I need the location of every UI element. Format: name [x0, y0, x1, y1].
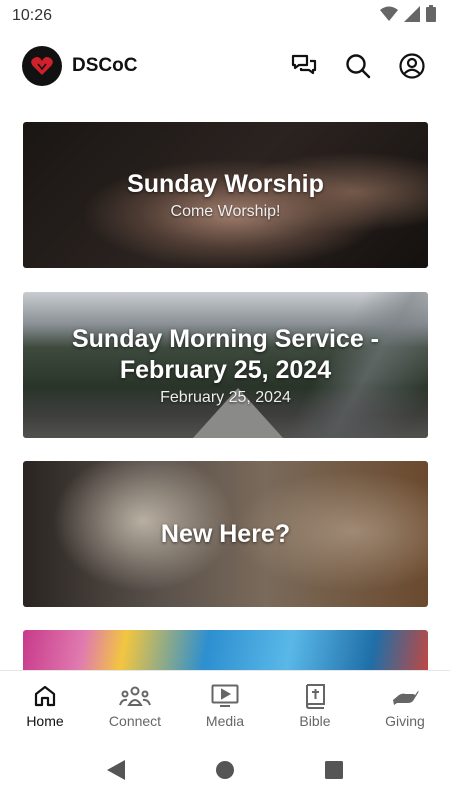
card-partial[interactable]	[23, 630, 428, 670]
nav-item-home[interactable]: Home	[0, 671, 90, 740]
app-bar: DSCoC	[0, 40, 450, 92]
nav-label-media: Media	[205, 713, 245, 729]
card-text: Sunday Worship Come Worship!	[23, 122, 428, 268]
nav-item-giving[interactable]: Giving	[360, 671, 450, 740]
card-title: Sunday Morning Service - February 25, 20…	[71, 324, 379, 384]
card-sunday-worship[interactable]: Sunday Worship Come Worship!	[23, 122, 428, 268]
group-icon	[119, 682, 151, 710]
back-icon[interactable]	[104, 758, 128, 782]
home-icon	[33, 682, 57, 710]
app-title: DSCoC	[72, 55, 138, 76]
search-icon[interactable]	[342, 50, 374, 82]
nav-item-media[interactable]: Media	[180, 671, 270, 740]
signal-icon	[404, 5, 420, 27]
bottom-nav: Home Connect Media Bible Giving	[0, 670, 450, 740]
nav-item-bible[interactable]: Bible	[270, 671, 360, 740]
card-new-here[interactable]: New Here?	[23, 461, 428, 607]
chat-icon[interactable]	[288, 50, 320, 82]
status-bar: 10:26	[0, 0, 450, 32]
card-title: Sunday Worship	[127, 170, 324, 198]
bible-icon	[304, 682, 326, 710]
nav-label-connect: Connect	[108, 713, 162, 729]
nav-item-connect[interactable]: Connect	[90, 671, 180, 740]
system-nav	[0, 740, 450, 800]
wifi-icon	[380, 6, 398, 27]
account-icon[interactable]	[396, 50, 428, 82]
home-circle-icon[interactable]	[213, 758, 237, 782]
giving-icon	[391, 682, 419, 710]
card-background-image	[23, 630, 428, 670]
heart-logo-icon[interactable]	[22, 46, 62, 86]
card-subtitle: Come Worship!	[170, 203, 281, 220]
card-title: New Here?	[160, 519, 291, 548]
nav-label-bible: Bible	[299, 713, 331, 729]
recents-icon[interactable]	[322, 758, 346, 782]
card-sunday-morning-service[interactable]: Sunday Morning Service - February 25, 20…	[23, 292, 428, 438]
card-text: Sunday Morning Service - February 25, 20…	[23, 292, 428, 438]
nav-label-giving: Giving	[385, 713, 425, 729]
app-actions	[288, 50, 428, 82]
status-time: 10:26	[12, 7, 53, 24]
battery-icon	[426, 5, 436, 27]
card-subtitle: February 25, 2024	[160, 388, 291, 406]
content-feed: Sunday Worship Come Worship! Sunday Morn…	[0, 122, 450, 670]
status-icons	[380, 5, 436, 27]
nav-label-home: Home	[26, 713, 64, 729]
card-text: New Here?	[23, 461, 428, 607]
play-icon	[211, 682, 239, 710]
